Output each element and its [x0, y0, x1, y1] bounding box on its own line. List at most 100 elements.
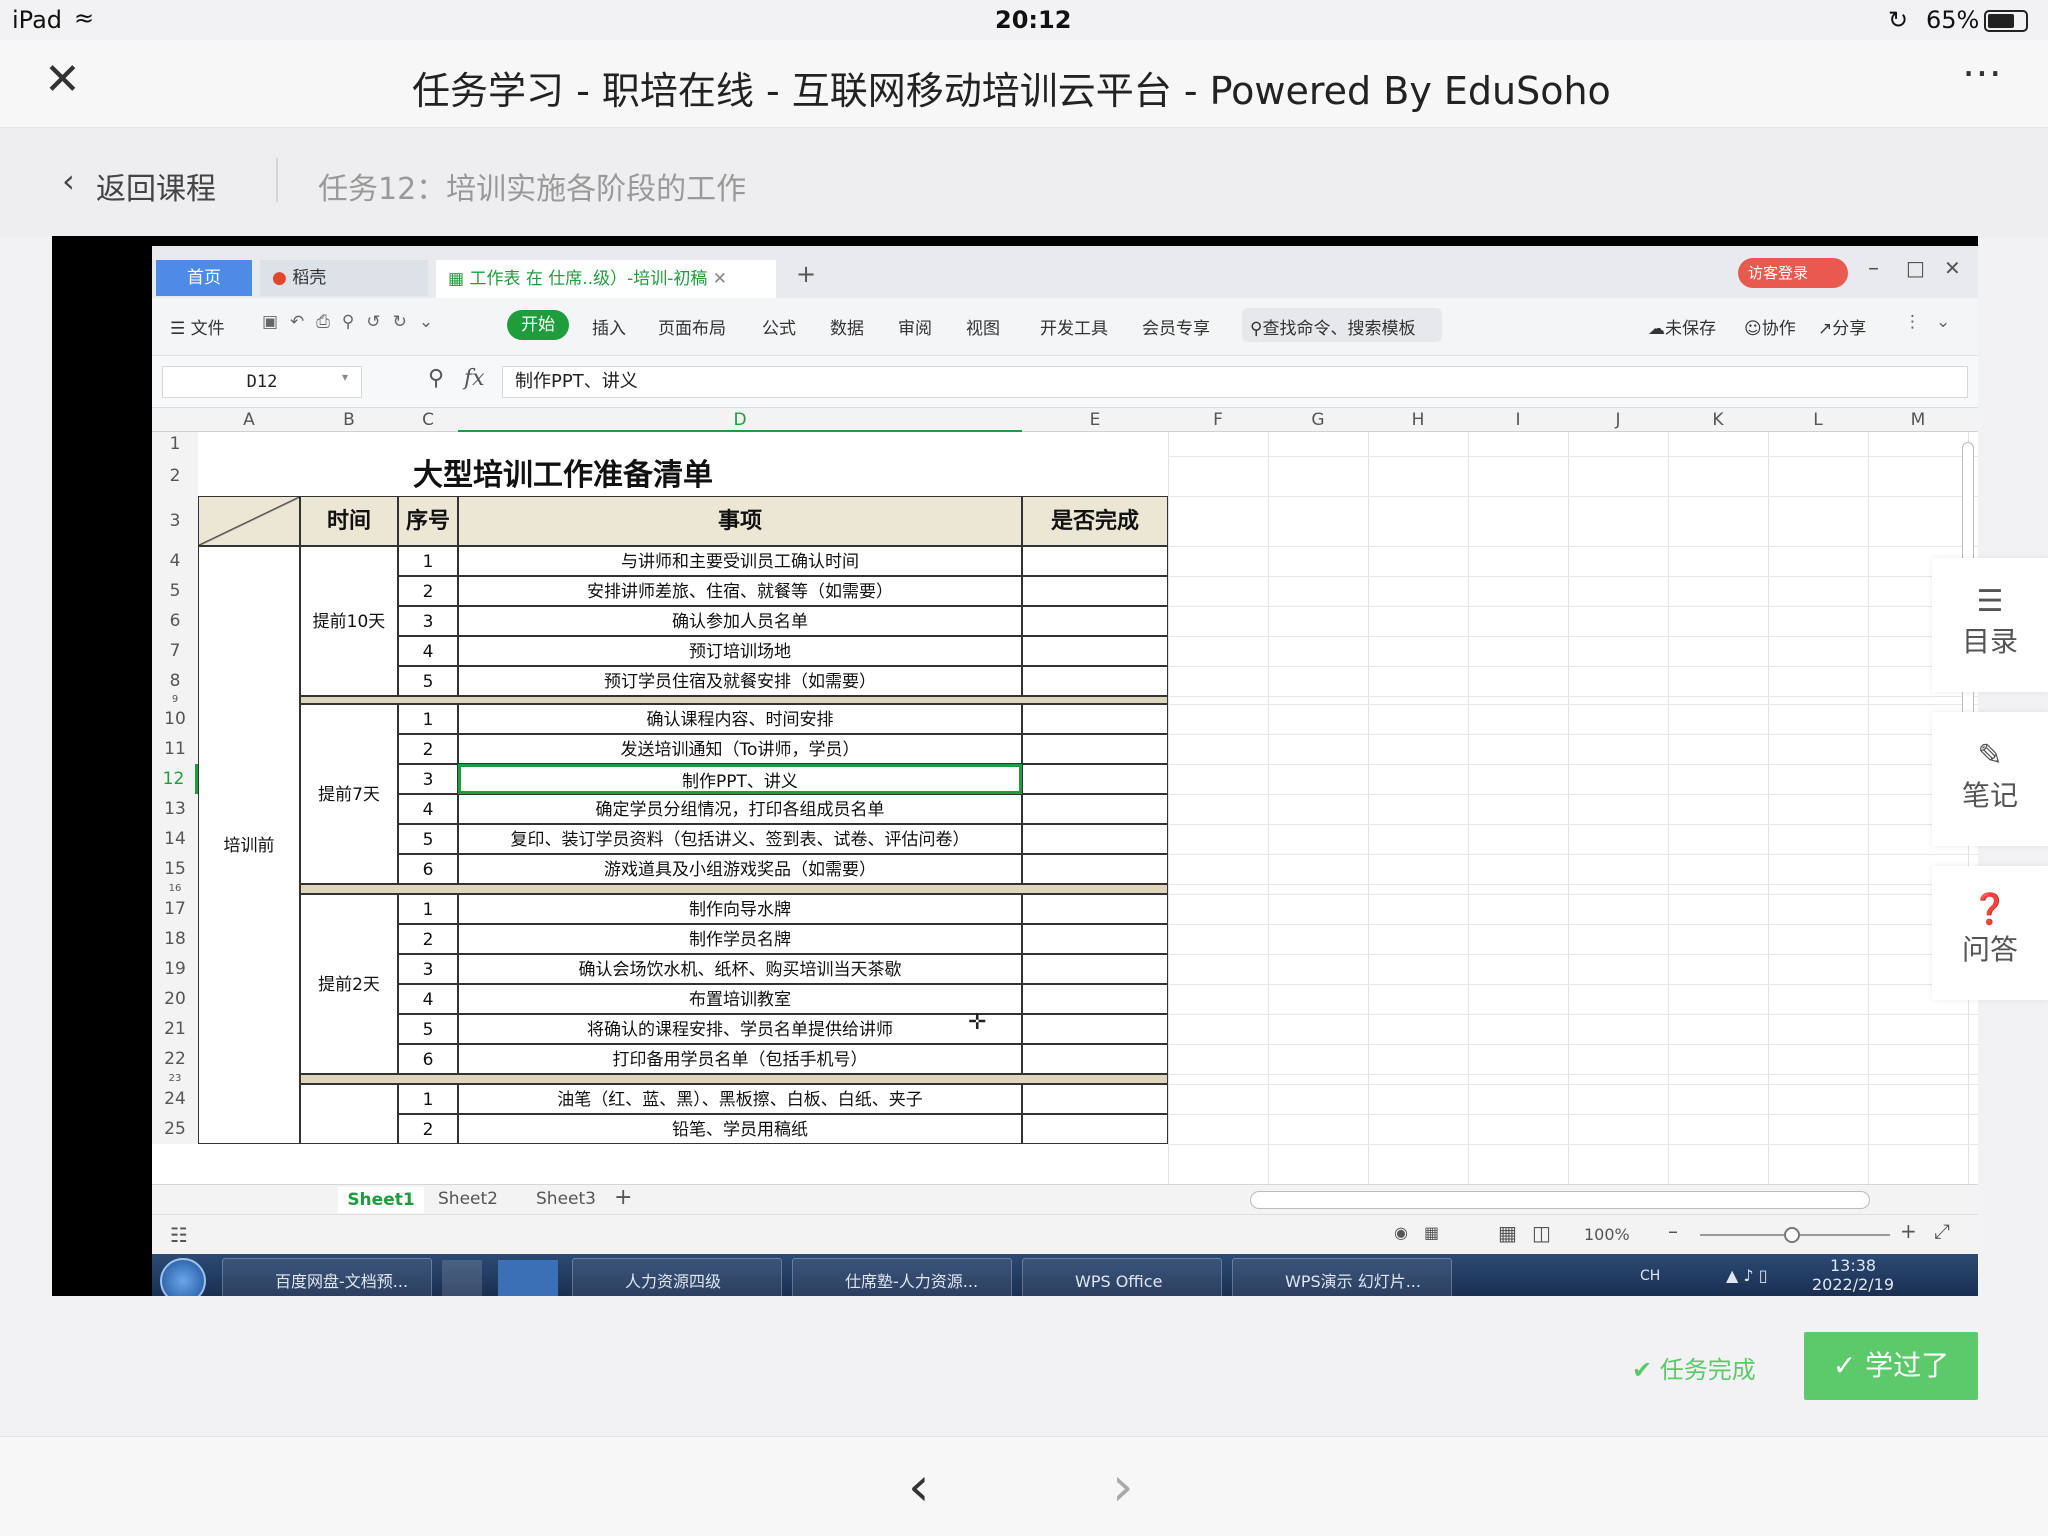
- more-icon[interactable]: ⋯: [1962, 50, 2004, 96]
- menu-insert[interactable]: 插入: [592, 314, 626, 339]
- column-header-m[interactable]: M: [1868, 410, 1968, 430]
- row-header[interactable]: 25: [152, 1114, 198, 1144]
- zoom-out-icon[interactable]: –: [1668, 1219, 1678, 1243]
- header-seq[interactable]: 序号: [398, 496, 458, 546]
- row-header[interactable]: 4: [152, 546, 198, 576]
- seq-cell[interactable]: 2: [398, 734, 458, 764]
- sheet-info-icon[interactable]: ☷: [170, 1223, 188, 1247]
- column-header-l[interactable]: L: [1768, 410, 1868, 430]
- sheet-title[interactable]: 大型培训工作准备清单: [198, 456, 1168, 496]
- seq-cell[interactable]: 3: [398, 606, 458, 636]
- column-header-h[interactable]: H: [1368, 410, 1468, 430]
- seq-cell[interactable]: 6: [398, 1044, 458, 1074]
- item-cell[interactable]: 铅笔、学员用稿纸: [458, 1114, 1022, 1144]
- column-header-i[interactable]: I: [1468, 410, 1568, 430]
- taskbar-wps-slides[interactable]: WPS演示 幻灯片...: [1232, 1258, 1452, 1296]
- item-cell[interactable]: 预订培训场地: [458, 636, 1022, 666]
- back-arrow-icon[interactable]: ‹: [908, 1455, 930, 1518]
- row-header[interactable]: 21: [152, 1014, 198, 1044]
- column-header-c[interactable]: C: [398, 410, 458, 430]
- group-label[interactable]: 提前2天: [300, 894, 398, 1074]
- ime-indicator[interactable]: CH: [1640, 1268, 1660, 1284]
- column-header-k[interactable]: K: [1668, 410, 1768, 430]
- menu-start[interactable]: 开始: [507, 310, 569, 340]
- item-cell[interactable]: 复印、装订学员资料（包括讲义、签到表、试卷、评估问卷）: [458, 824, 1022, 854]
- selected-cell[interactable]: 制作PPT、讲义: [458, 764, 1022, 794]
- seq-cell[interactable]: 4: [398, 636, 458, 666]
- column-header-f[interactable]: F: [1168, 410, 1268, 430]
- header-item[interactable]: 事项: [458, 496, 1022, 546]
- done-cell[interactable]: [1022, 1014, 1168, 1044]
- row-header[interactable]: 24: [152, 1084, 198, 1114]
- name-box-dropdown-icon[interactable]: ▾: [342, 370, 348, 384]
- row-header[interactable]: 14: [152, 824, 198, 854]
- done-cell[interactable]: [1022, 954, 1168, 984]
- eye-protect-icon[interactable]: ◉: [1394, 1223, 1408, 1242]
- item-cell[interactable]: 油笔（红、蓝、黑）、黑板擦、白板、白纸、夹子: [458, 1084, 1022, 1114]
- row-header[interactable]: 1: [152, 432, 198, 456]
- video-player[interactable]: 首页 ● 稻壳 ▦ 工作表 在 仕席..级）-培训-初稿 ✕ + 访客登录 – …: [52, 236, 1978, 1296]
- done-cell[interactable]: [1022, 764, 1168, 794]
- item-cell[interactable]: 将确认的课程安排、学员名单提供给讲师: [458, 1014, 1022, 1044]
- done-cell[interactable]: [1022, 606, 1168, 636]
- item-cell[interactable]: 安排讲师差旅、住宿、就餐等（如需要）: [458, 576, 1022, 606]
- zoom-level[interactable]: 100%: [1584, 1225, 1630, 1244]
- column-header-b[interactable]: B: [300, 410, 398, 430]
- menu-page-layout[interactable]: 页面布局: [658, 314, 726, 339]
- item-cell[interactable]: 布置培训教室: [458, 984, 1022, 1014]
- seq-cell[interactable]: 5: [398, 824, 458, 854]
- phase-cell[interactable]: 培训前: [198, 546, 300, 1144]
- layout-mode-icon[interactable]: ▦: [1424, 1223, 1439, 1242]
- learned-button[interactable]: ✓ 学过了: [1804, 1332, 1978, 1400]
- row-header[interactable]: 10: [152, 704, 198, 734]
- seq-cell[interactable]: 1: [398, 546, 458, 576]
- seq-cell[interactable]: 1: [398, 894, 458, 924]
- zoom-in-icon[interactable]: +: [1900, 1219, 1917, 1243]
- done-cell[interactable]: [1022, 576, 1168, 606]
- row-header[interactable]: 23: [152, 1074, 198, 1084]
- taskbar-ie[interactable]: 百度网盘-文档预...: [222, 1258, 432, 1296]
- seq-cell[interactable]: 5: [398, 666, 458, 696]
- done-cell[interactable]: [1022, 794, 1168, 824]
- seq-cell[interactable]: 1: [398, 1084, 458, 1114]
- row-header[interactable]: 11: [152, 734, 198, 764]
- done-cell[interactable]: [1022, 704, 1168, 734]
- seq-cell[interactable]: 6: [398, 854, 458, 884]
- command-search[interactable]: ⚲查找命令、搜索模板: [1242, 308, 1442, 342]
- tab-close-icon[interactable]: ✕: [713, 269, 727, 289]
- sheet-tab-1[interactable]: Sheet1: [338, 1187, 424, 1213]
- tab-home[interactable]: 首页: [156, 260, 252, 296]
- done-cell[interactable]: [1022, 924, 1168, 954]
- side-qa[interactable]: ❓ 问答: [1932, 866, 2048, 1000]
- row-header[interactable]: 3: [152, 496, 198, 546]
- forward-arrow-icon[interactable]: ›: [1112, 1455, 1134, 1518]
- maximize-icon[interactable]: □: [1906, 256, 1925, 280]
- item-cell[interactable]: 游戏道具及小组游戏奖品（如需要）: [458, 854, 1022, 884]
- group-label[interactable]: 提前10天: [300, 546, 398, 696]
- column-header-a[interactable]: A: [198, 410, 300, 430]
- tab-document[interactable]: ▦ 工作表 在 仕席..级）-培训-初稿 ✕: [436, 260, 776, 298]
- unsaved-button[interactable]: ☁未保存: [1648, 314, 1716, 339]
- item-cell[interactable]: 发送培训通知（To讲师，学员）: [458, 734, 1022, 764]
- menu-dev-tools[interactable]: 开发工具: [1040, 314, 1108, 339]
- share-button[interactable]: ↗分享: [1818, 314, 1866, 339]
- row-header[interactable]: 9: [152, 695, 198, 705]
- row-header[interactable]: 15: [152, 854, 198, 884]
- done-cell[interactable]: [1022, 894, 1168, 924]
- taskbar-wps-office[interactable]: WPS Office: [1022, 1258, 1222, 1296]
- row-header[interactable]: 17: [152, 894, 198, 924]
- item-cell[interactable]: 打印备用学员名单（包括手机号）: [458, 1044, 1022, 1074]
- column-header-e[interactable]: E: [1022, 410, 1168, 430]
- seq-cell[interactable]: 2: [398, 576, 458, 606]
- header-corner-cell[interactable]: [198, 496, 300, 546]
- row-header[interactable]: 2: [152, 456, 198, 496]
- fullscreen-icon[interactable]: ⤢: [1934, 1219, 1950, 1243]
- group-separator[interactable]: [300, 884, 1168, 894]
- tray-icons[interactable]: ▲ ♪ ▯: [1726, 1266, 1768, 1285]
- group-separator[interactable]: [300, 1074, 1168, 1084]
- done-cell[interactable]: [1022, 546, 1168, 576]
- item-cell[interactable]: 与讲师和主要受训员工确认时间: [458, 546, 1022, 576]
- item-cell[interactable]: 制作向导水牌: [458, 894, 1022, 924]
- row-header[interactable]: 18: [152, 924, 198, 954]
- done-cell[interactable]: [1022, 854, 1168, 884]
